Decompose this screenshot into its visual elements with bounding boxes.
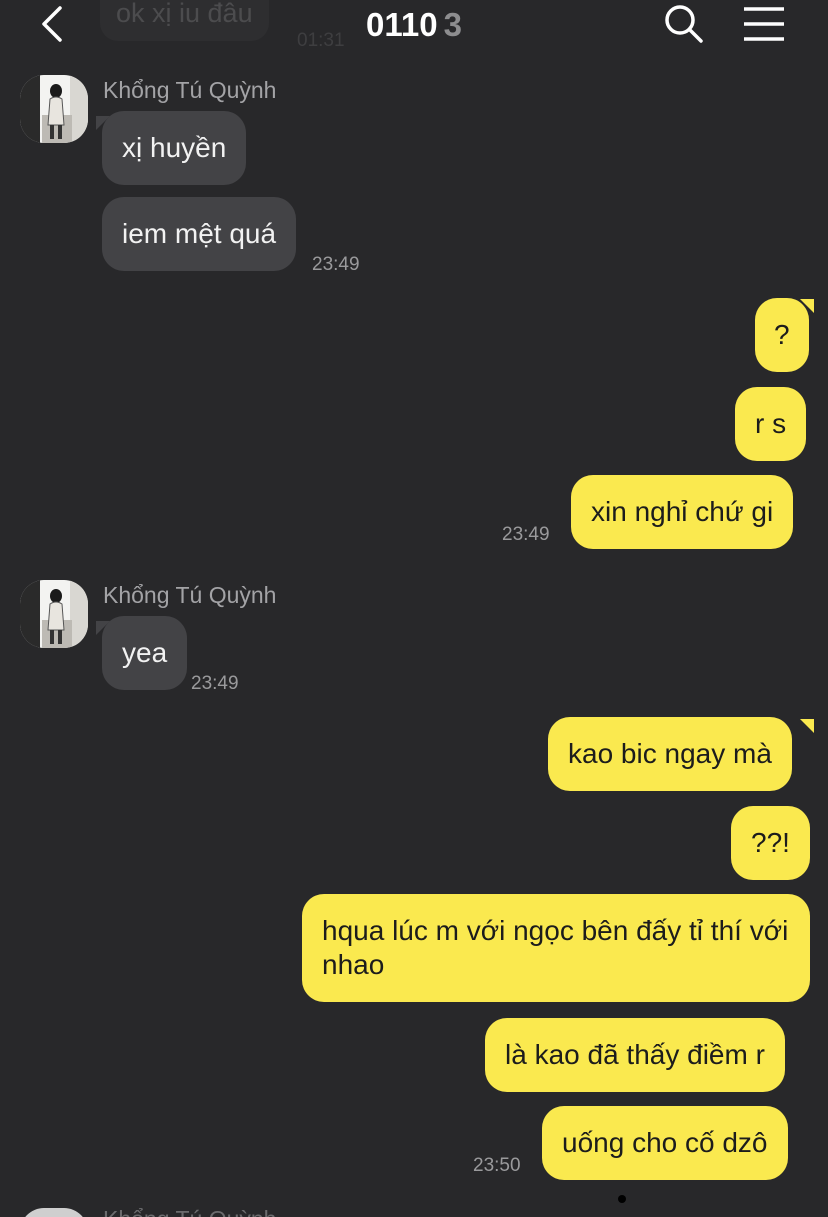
- member-count: 3: [443, 6, 462, 43]
- chat-room-name: 0110: [366, 6, 438, 43]
- bubble-tail: [800, 719, 814, 733]
- message-bubble-outgoing[interactable]: ??!: [731, 806, 810, 880]
- chat-screen: ok xị iu đâu 01:31 0110 3 Khổng Tú Quỳnh…: [0, 0, 828, 1217]
- message-bubble-outgoing[interactable]: kao bic ngay mà: [548, 717, 792, 791]
- message-time: 23:50: [473, 1155, 521, 1176]
- chat-header: ok xị iu đâu 01:31 0110 3: [0, 0, 828, 51]
- message-bubble-incoming[interactable]: yea: [102, 616, 188, 690]
- message-bubble-outgoing[interactable]: là kao đã thấy điềm r: [485, 1018, 785, 1092]
- message-bubble-outgoing[interactable]: r s: [735, 387, 807, 461]
- search-icon: [665, 5, 703, 43]
- message-bubble-outgoing[interactable]: uống cho cố dzô: [542, 1106, 788, 1180]
- message-bubble-outgoing[interactable]: ?: [755, 298, 809, 372]
- message-time: 23:49: [312, 254, 360, 275]
- search-button[interactable]: [662, 2, 706, 46]
- message-time: 23:49: [502, 524, 550, 545]
- sender-name: Khổng Tú Quỳnh: [103, 1206, 276, 1217]
- message-bubble-outgoing[interactable]: hqua lúc m với ngọc bên đấy tỉ thí với n…: [302, 894, 810, 1002]
- scroll-indicator-dot: [618, 1195, 626, 1203]
- message-bubble-incoming[interactable]: xị huyền: [102, 111, 247, 185]
- menu-button[interactable]: [740, 4, 788, 44]
- sender-avatar[interactable]: [20, 580, 88, 648]
- message-time: 23:49: [191, 673, 239, 694]
- avatar-photo-icon: [20, 75, 88, 143]
- message-bubble-incoming[interactable]: iem mệt quá: [102, 197, 297, 271]
- sender-name: Khổng Tú Quỳnh: [103, 77, 277, 103]
- sender-avatar[interactable]: [20, 1208, 88, 1217]
- avatar-photo-icon: [20, 580, 88, 648]
- message-bubble-outgoing[interactable]: xin nghỉ chứ gi: [571, 475, 794, 549]
- sender-avatar[interactable]: [20, 75, 88, 143]
- menu-icon: [744, 7, 784, 41]
- sender-name: Khổng Tú Quỳnh: [103, 582, 277, 608]
